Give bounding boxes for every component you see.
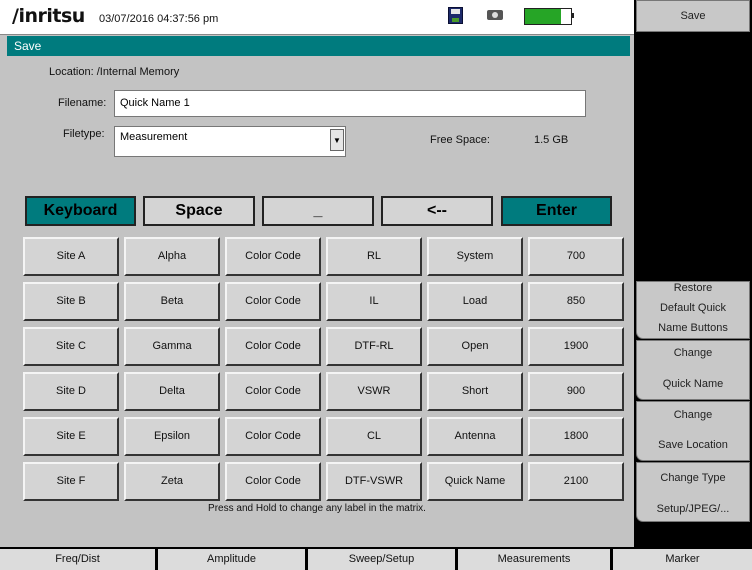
softkey-label: Change xyxy=(673,409,713,421)
quick-name-button[interactable]: Site B xyxy=(23,282,119,321)
quick-name-button[interactable]: 2100 xyxy=(528,462,624,501)
quick-name-button[interactable]: Site A xyxy=(23,237,119,276)
quick-name-button[interactable]: 700 xyxy=(528,237,624,276)
quick-name-button[interactable]: System xyxy=(427,237,523,276)
change-type-button[interactable]: Change Type Setup/JPEG/... xyxy=(636,462,750,522)
softkey-header-label: Save xyxy=(680,10,706,22)
tab-marker[interactable]: Marker xyxy=(613,549,752,570)
tab-sweep-setup[interactable]: Sweep/Setup xyxy=(308,549,455,570)
disk-icon xyxy=(448,7,463,24)
camera-icon xyxy=(487,10,503,20)
filename-label: Filename: xyxy=(58,97,107,109)
enter-button[interactable]: Enter xyxy=(501,196,612,226)
quick-name-button[interactable]: Color Code xyxy=(225,327,321,366)
quick-name-button[interactable]: RL xyxy=(326,237,422,276)
quick-name-button[interactable]: 900 xyxy=(528,372,624,411)
quick-name-button[interactable]: Color Code xyxy=(225,417,321,456)
softkey-label: Default Quick xyxy=(659,302,727,314)
softkey-label: Save Location xyxy=(658,439,728,451)
quick-name-button[interactable]: Site D xyxy=(23,372,119,411)
quick-name-button[interactable]: Beta xyxy=(124,282,220,321)
hint-text: Press and Hold to change any label in th… xyxy=(208,503,426,514)
softkey-label: Quick Name xyxy=(662,378,724,390)
quick-name-button[interactable]: Site E xyxy=(23,417,119,456)
softkey-header: Save xyxy=(636,0,750,32)
quick-name-button[interactable]: CL xyxy=(326,417,422,456)
quick-name-button[interactable]: Zeta xyxy=(124,462,220,501)
quick-name-button[interactable]: Site C xyxy=(23,327,119,366)
dialog-title: Save xyxy=(7,36,630,56)
quick-name-button[interactable]: Delta xyxy=(124,372,220,411)
quick-name-button[interactable]: Open xyxy=(427,327,523,366)
filename-field[interactable]: Quick Name 1 xyxy=(114,90,586,117)
softkey-panel: Save Restore Default Quick Name Buttons … xyxy=(634,0,752,547)
backspace-button[interactable]: <-- xyxy=(381,196,493,226)
filetype-select[interactable]: Measurement ▼ xyxy=(114,126,346,157)
quick-name-button[interactable]: DTF-RL xyxy=(326,327,422,366)
change-save-location-button[interactable]: Change Save Location xyxy=(636,401,750,461)
battery-fill xyxy=(525,9,561,24)
brand-logo: /inritsu xyxy=(12,5,85,27)
battery-icon xyxy=(524,8,572,25)
quick-name-button[interactable]: Short xyxy=(427,372,523,411)
quick-name-button[interactable]: Color Code xyxy=(225,237,321,276)
space-button[interactable]: Space xyxy=(143,196,255,226)
datetime: 03/07/2016 04:37:56 pm xyxy=(99,13,219,25)
main-panel: /inritsu 03/07/2016 04:37:56 pm Save Loc… xyxy=(0,0,634,547)
quick-name-button[interactable]: 1800 xyxy=(528,417,624,456)
keyboard-button[interactable]: Keyboard xyxy=(25,196,136,226)
quick-name-button[interactable]: Load xyxy=(427,282,523,321)
quick-name-button[interactable]: 1900 xyxy=(528,327,624,366)
battery-tip xyxy=(572,13,574,18)
quick-name-button[interactable]: Color Code xyxy=(225,462,321,501)
softkey-label: Change Type xyxy=(660,472,726,484)
chevron-down-icon[interactable]: ▼ xyxy=(330,129,344,151)
free-space-value: 1.5 GB xyxy=(534,134,569,146)
softkey-label: Change xyxy=(673,347,713,359)
dialog-title-text: Save xyxy=(14,39,42,53)
quick-name-button[interactable]: Antenna xyxy=(427,417,523,456)
filetype-value: Measurement xyxy=(120,131,188,143)
softkey-label: Name Buttons xyxy=(658,322,728,334)
quick-name-button[interactable]: Alpha xyxy=(124,237,220,276)
free-space-label: Free Space: xyxy=(430,134,490,146)
quick-name-button[interactable]: Quick Name xyxy=(427,462,523,501)
quick-name-button[interactable]: Epsilon xyxy=(124,417,220,456)
tab-freq-dist[interactable]: Freq/Dist xyxy=(0,549,155,570)
quick-name-button[interactable]: IL xyxy=(326,282,422,321)
softkey-label: Restore xyxy=(673,282,713,294)
quick-name-button[interactable]: Color Code xyxy=(225,372,321,411)
quick-name-button[interactable]: Site F xyxy=(23,462,119,501)
quick-name-button[interactable]: VSWR xyxy=(326,372,422,411)
quick-name-button[interactable]: Color Code xyxy=(225,282,321,321)
change-quick-name-button[interactable]: Change Quick Name xyxy=(636,340,750,400)
restore-default-quick-name-button[interactable]: Restore Default Quick Name Buttons xyxy=(636,281,750,339)
bottom-tab-bar: Freq/Dist Amplitude Sweep/Setup Measurem… xyxy=(0,547,752,570)
quick-name-button[interactable]: 850 xyxy=(528,282,624,321)
filetype-label: Filetype: xyxy=(63,128,105,140)
filename-value: Quick Name 1 xyxy=(120,97,190,109)
quick-name-button[interactable]: Gamma xyxy=(124,327,220,366)
underscore-button[interactable]: _ xyxy=(262,196,374,226)
status-bar: /inritsu 03/07/2016 04:37:56 pm xyxy=(0,0,634,35)
quick-name-button[interactable]: DTF-VSWR xyxy=(326,462,422,501)
tab-measurements[interactable]: Measurements xyxy=(458,549,610,570)
softkey-label: Setup/JPEG/... xyxy=(656,503,730,515)
location-label: Location: /Internal Memory xyxy=(49,66,180,78)
tab-amplitude[interactable]: Amplitude xyxy=(158,549,305,570)
